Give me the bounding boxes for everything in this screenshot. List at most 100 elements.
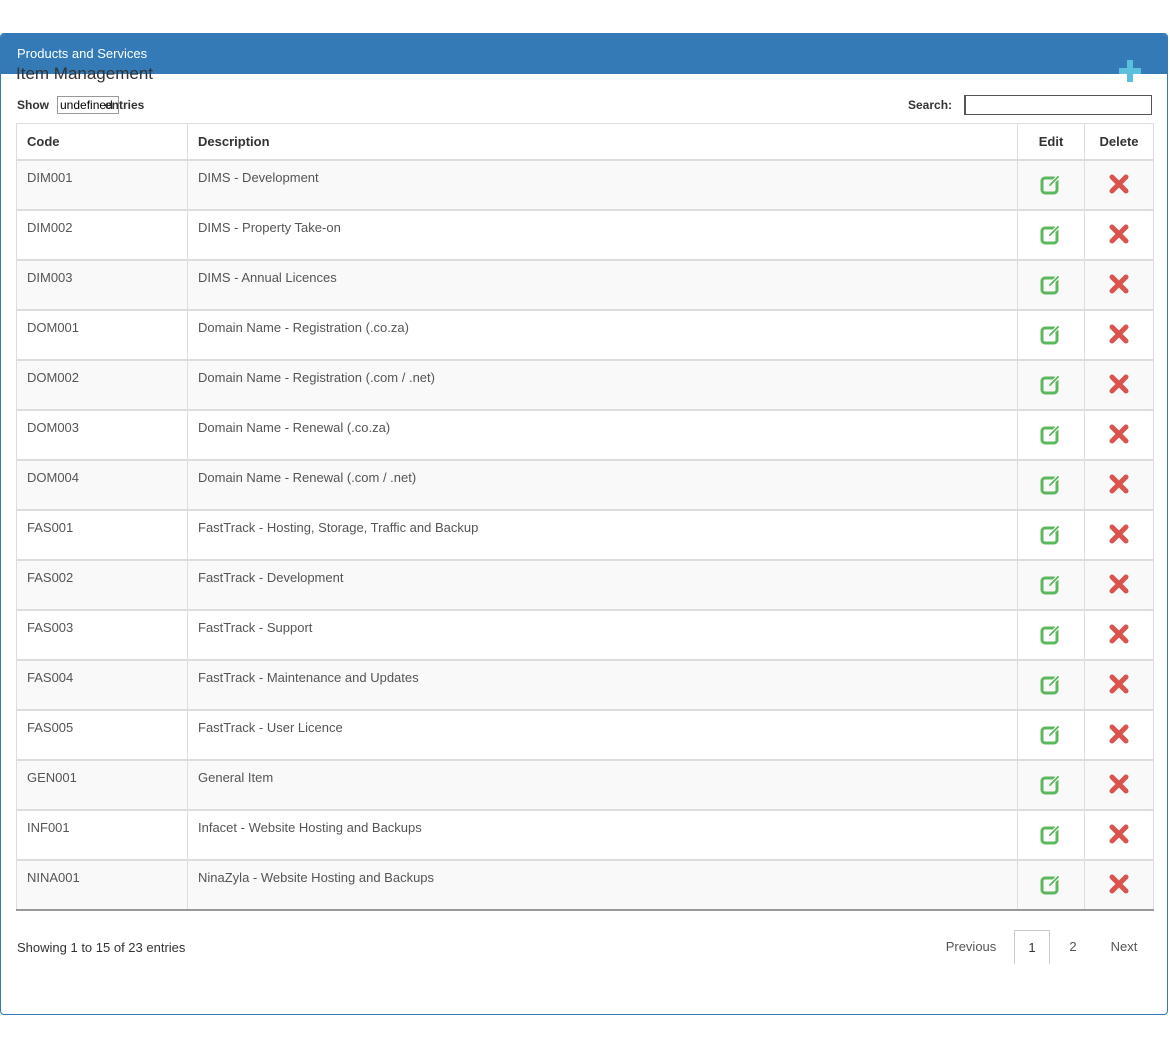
- panel-heading: Products and Services: [1, 34, 1167, 74]
- edit-icon[interactable]: [1040, 423, 1062, 445]
- cell-description: DIMS - Property Take-on: [187, 209, 1018, 261]
- cell-delete: [1084, 609, 1154, 661]
- edit-icon[interactable]: [1040, 373, 1062, 395]
- cell-code: INF001: [16, 809, 188, 861]
- cell-edit: [1017, 259, 1085, 311]
- close-icon[interactable]: [1108, 223, 1130, 245]
- cell-edit: [1017, 309, 1085, 361]
- close-icon[interactable]: [1108, 723, 1130, 745]
- cell-description: DIMS - Annual Licences: [187, 259, 1018, 311]
- table-info: Showing 1 to 15 of 23 entries: [17, 940, 186, 955]
- cell-description: FastTrack - Hosting, Storage, Traffic an…: [187, 509, 1018, 561]
- entries-label: entries: [105, 98, 145, 112]
- edit-icon[interactable]: [1040, 723, 1062, 745]
- cell-description: NinaZyla - Website Hosting and Backups: [187, 859, 1018, 911]
- cell-delete: [1084, 659, 1154, 711]
- edit-icon[interactable]: [1040, 773, 1062, 795]
- close-icon[interactable]: [1108, 773, 1130, 795]
- cell-code: FAS005: [16, 709, 188, 761]
- close-icon[interactable]: [1108, 323, 1130, 345]
- cell-delete: [1084, 159, 1154, 211]
- table-row: DOM001 Domain Name - Registration (.co.za…: [16, 309, 1154, 361]
- cell-description: Domain Name - Renewal (.com / .net): [187, 459, 1018, 511]
- edit-icon[interactable]: [1040, 623, 1062, 645]
- close-icon[interactable]: [1108, 373, 1130, 395]
- edit-icon[interactable]: [1040, 173, 1062, 195]
- cell-edit: [1017, 759, 1085, 811]
- cell-edit: [1017, 859, 1085, 911]
- cell-description: FastTrack - User Licence: [187, 709, 1018, 761]
- cell-delete: [1084, 509, 1154, 561]
- edit-icon[interactable]: [1040, 873, 1062, 895]
- cell-edit: [1017, 359, 1085, 411]
- next-page-button[interactable]: Next: [1102, 930, 1146, 964]
- page-2-button[interactable]: 2: [1058, 930, 1088, 964]
- cell-edit: [1017, 609, 1085, 661]
- table-row: NINA001 NinaZyla - Website Hosting and Ba…: [16, 859, 1154, 911]
- header-row: Code Description Edit Delete: [16, 123, 1154, 161]
- close-icon[interactable]: [1108, 873, 1130, 895]
- table-row: GEN001 General Item: [16, 759, 1154, 811]
- close-icon[interactable]: [1108, 173, 1130, 195]
- close-icon[interactable]: [1108, 673, 1130, 695]
- cell-delete: [1084, 409, 1154, 461]
- cell-edit: [1017, 709, 1085, 761]
- cell-delete: [1084, 259, 1154, 311]
- show-label: Show: [17, 98, 49, 112]
- edit-icon[interactable]: [1040, 223, 1062, 245]
- search-input[interactable]: [964, 95, 1152, 115]
- cell-edit: [1017, 209, 1085, 261]
- cell-delete: [1084, 759, 1154, 811]
- table-row: FAS003 FastTrack - Support: [16, 609, 1154, 661]
- cell-edit: [1017, 559, 1085, 611]
- cell-code: NINA001: [16, 859, 188, 911]
- previous-page-button[interactable]: Previous: [936, 930, 1006, 964]
- column-header-description[interactable]: Description: [187, 123, 1018, 161]
- table-row: FAS002 FastTrack - Development: [16, 559, 1154, 611]
- cell-code: FAS001: [16, 509, 188, 561]
- cell-edit: [1017, 659, 1085, 711]
- close-icon[interactable]: [1108, 473, 1130, 495]
- cell-description: Domain Name - Registration (.com / .net): [187, 359, 1018, 411]
- edit-icon[interactable]: [1040, 573, 1062, 595]
- cell-delete: [1084, 709, 1154, 761]
- cell-edit: [1017, 409, 1085, 461]
- cell-description: Infacet - Website Hosting and Backups: [187, 809, 1018, 861]
- edit-icon[interactable]: [1040, 473, 1062, 495]
- cell-code: FAS003: [16, 609, 188, 661]
- cell-edit: [1017, 809, 1085, 861]
- close-icon[interactable]: [1108, 523, 1130, 545]
- close-icon[interactable]: [1108, 273, 1130, 295]
- cell-edit: [1017, 509, 1085, 561]
- items-table: Code Description Edit Delete DIM001 DIMS …: [16, 123, 1154, 911]
- table-row: DIM001 DIMS - Development: [16, 159, 1154, 211]
- close-icon[interactable]: [1108, 623, 1130, 645]
- plus-icon[interactable]: [1117, 58, 1143, 84]
- edit-icon[interactable]: [1040, 523, 1062, 545]
- page-1-button[interactable]: 1: [1014, 930, 1050, 964]
- cell-delete: [1084, 559, 1154, 611]
- table-row: DOM002 Domain Name - Registration (.com /…: [16, 359, 1154, 411]
- table-row: FAS005 FastTrack - User Licence: [16, 709, 1154, 761]
- edit-icon[interactable]: [1040, 323, 1062, 345]
- cell-delete: [1084, 209, 1154, 261]
- cell-code: DOM004: [16, 459, 188, 511]
- table-row: FAS004 FastTrack - Maintenance and Update…: [16, 659, 1154, 711]
- edit-icon[interactable]: [1040, 823, 1062, 845]
- cell-delete: [1084, 309, 1154, 361]
- close-icon[interactable]: [1108, 823, 1130, 845]
- table-row: DOM004 Domain Name - Renewal (.com / .net…: [16, 459, 1154, 511]
- table-row: DIM002 DIMS - Property Take-on: [16, 209, 1154, 261]
- cell-delete: [1084, 459, 1154, 511]
- table-row: INF001 Infacet - Website Hosting and Back…: [16, 809, 1154, 861]
- edit-icon[interactable]: [1040, 673, 1062, 695]
- cell-code: DOM001: [16, 309, 188, 361]
- close-icon[interactable]: [1108, 423, 1130, 445]
- cell-code: FAS002: [16, 559, 188, 611]
- cell-code: FAS004: [16, 659, 188, 711]
- cell-edit: [1017, 459, 1085, 511]
- edit-icon[interactable]: [1040, 273, 1062, 295]
- table-row: DIM003 DIMS - Annual Licences: [16, 259, 1154, 311]
- close-icon[interactable]: [1108, 573, 1130, 595]
- column-header-code[interactable]: Code: [16, 123, 188, 161]
